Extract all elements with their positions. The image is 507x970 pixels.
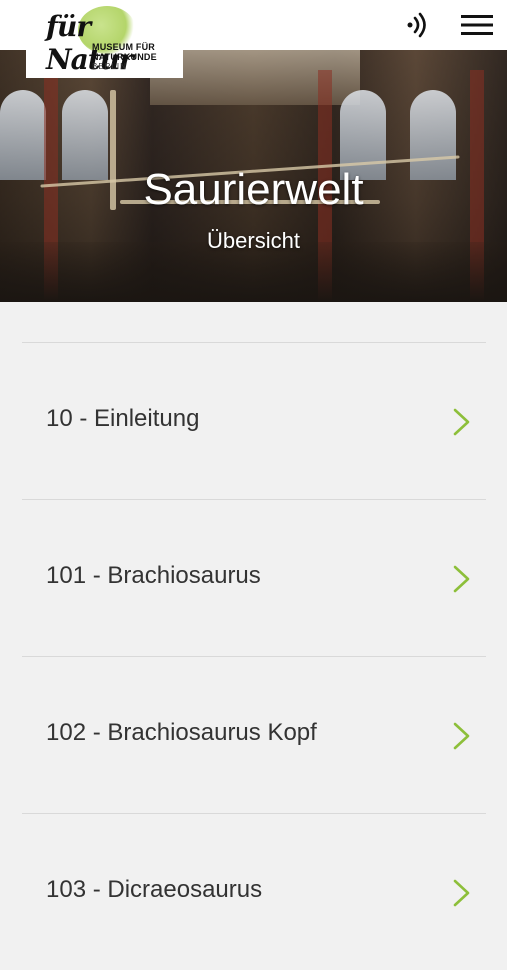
audio-waves-icon[interactable] xyxy=(401,8,435,42)
chevron-right-icon xyxy=(453,565,470,593)
chevron-right-icon xyxy=(453,408,470,436)
page-title: Saurierwelt xyxy=(143,165,364,214)
list-item[interactable]: 103 - Dicraeosaurus xyxy=(22,813,486,970)
tour-list: 10 - Einleitung 101 - Brachiosaurus 102 … xyxy=(22,342,486,970)
list-item-label: 101 - Brachiosaurus xyxy=(46,562,261,589)
museum-logo[interactable]: für Natur MUSEUM FÜR NATURKUNDE BERLIN xyxy=(26,0,183,78)
list-item[interactable]: 102 - Brachiosaurus Kopf xyxy=(22,656,486,813)
page-subtitle: Übersicht xyxy=(207,228,300,253)
logo-line-2: NATURKUNDE xyxy=(92,52,157,62)
logo-line-3: BERLIN xyxy=(92,62,127,71)
hamburger-menu-icon[interactable] xyxy=(460,8,494,42)
list-item-label: 10 - Einleitung xyxy=(46,405,200,432)
chevron-right-icon xyxy=(453,879,470,907)
chevron-right-icon xyxy=(453,722,470,750)
logo-line-1: MUSEUM FÜR xyxy=(92,42,155,52)
list-item[interactable]: 101 - Brachiosaurus xyxy=(22,499,486,656)
list-item[interactable]: 10 - Einleitung xyxy=(22,342,486,499)
hero-banner: Saurierwelt Übersicht xyxy=(0,50,507,302)
list-item-label: 102 - Brachiosaurus Kopf xyxy=(46,719,317,746)
